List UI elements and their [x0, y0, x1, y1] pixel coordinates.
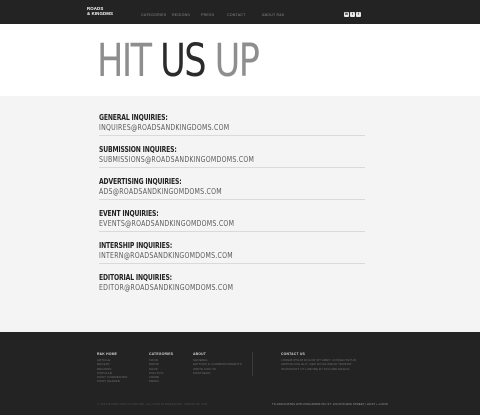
top-navigation-bar: ROADS & KINGDMS CATEGORIES REGIONS PRESS…: [0, 0, 480, 24]
divider: [99, 167, 365, 168]
nav-link-press[interactable]: PRESS: [201, 13, 214, 18]
footer-divider: [252, 352, 253, 376]
inquiry-internship: INTERSHIP INQUIRIES: INTERN@ROADSANDKING…: [99, 241, 365, 272]
nav-link-contact[interactable]: CONTACT: [227, 13, 246, 18]
inquiry-submission: SUBMISSION INQUIRES: SUBMISSIONS@ROADSAN…: [99, 145, 365, 176]
site-logo[interactable]: ROADS & KINGDMS: [87, 6, 113, 16]
footer-link[interactable]: MASTHEAD: [193, 371, 242, 375]
footer-heading[interactable]: ABOUT: [193, 352, 242, 356]
facebook-icon[interactable]: f: [356, 12, 361, 17]
divider: [99, 199, 365, 200]
nav-link-regions[interactable]: REGIONS: [172, 13, 190, 18]
title-word-us: US: [160, 34, 206, 87]
hero-banner: HIT US UP: [0, 24, 480, 96]
inquiry-email-link[interactable]: EDITOR@ROADSANDKINGOMDOMS.COM: [99, 283, 233, 292]
site-footer: R&K HOME ARTICLE RECENT REGIONS POPULAR …: [0, 332, 480, 415]
divider: [99, 135, 365, 136]
inquiry-email-link[interactable]: EVENTS@ROADSANDKINGOMDOMS.COM: [99, 219, 234, 228]
email-icon[interactable]: ✉: [344, 12, 349, 17]
inquiry-label: EVENT INQUIRIES:: [99, 209, 159, 218]
footer-heading[interactable]: R&K HOME: [97, 352, 128, 356]
inquiry-editorial: EDITORIAL INQUIRIES: EDITOR@ROADSANDKING…: [99, 273, 365, 304]
inquiry-advertising: ADVERTISING INQUIRIES: ADS@ROADSANDKINGO…: [99, 177, 365, 208]
inquiry-label: EDITORIAL INQUIRIES:: [99, 273, 172, 282]
footer-column-about: ABOUT GENERAL EDITORS & CORRESPONDENTS W…: [193, 352, 242, 375]
inquiry-label: GENERAL INQUIRIES:: [99, 113, 168, 122]
footer-link[interactable]: MOST SHARED: [97, 379, 128, 383]
footer-link[interactable]: MEDIA: [149, 379, 173, 383]
logo-line-2: & KINGDMS: [87, 11, 114, 16]
inquiries-section: GENERAL INQUIRIES: INQUIRES@ROADSANDKING…: [0, 96, 480, 332]
footer-heading[interactable]: CONTACT US: [281, 352, 371, 356]
inquiry-label: ADVERTISING INQUIRIES:: [99, 177, 182, 186]
page-title: HIT US UP: [97, 38, 260, 83]
divider: [99, 231, 365, 232]
footer-link[interactable]: EDITORS & CORRESPONDENTS: [193, 362, 242, 366]
nav-link-about[interactable]: ABOUT R&K: [262, 13, 285, 18]
twitter-icon[interactable]: t: [350, 12, 355, 17]
nav-link-categories[interactable]: CATEGORIES: [141, 13, 166, 18]
inquiry-label: INTERSHIP INQUIRIES:: [99, 241, 173, 250]
inquiry-email-link[interactable]: ADS@ROADSANDKINGOMDOMS.COM: [99, 187, 222, 196]
title-word-up: UP: [214, 34, 260, 87]
inquiry-event: EVENT INQUIRIES: EVENTS@ROADSANDKINGOMDO…: [99, 209, 365, 240]
inquiry-email-link[interactable]: INQUIRES@ROADSANDKINGDOMS.COM: [99, 123, 229, 132]
footer-column-categories: CATEGORIES FOOD DRINK SHOP POLITICS CRIM…: [149, 352, 173, 384]
footer-credit[interactable]: TS ASSOCIATES WITH KINGDOMS INC ST. 123 …: [272, 402, 388, 406]
inquiry-general: GENERAL INQUIRIES: INQUIRES@ROADSANDKING…: [99, 113, 365, 144]
footer-column-home: R&K HOME ARTICLE RECENT REGIONS POPULAR …: [97, 352, 128, 384]
footer-column-contact: CONTACT US LOREM IPSUM DOLOR SIT AMET, C…: [281, 352, 371, 371]
inquiry-email-link[interactable]: INTERN@ROADSANDKINGOMDOMS.COM: [99, 251, 233, 260]
copyright-text: © 2013 ROADS AND KINGDOMS. ALL RIGHTS RE…: [97, 402, 208, 406]
divider: [99, 263, 365, 264]
footer-text: INCIDIDUNT UT LABORE ET DOLORE MAGNA: [281, 366, 350, 371]
footer-heading[interactable]: CATEGORIES: [149, 352, 173, 356]
title-word-hit: HIT: [97, 34, 152, 87]
inquiry-email-link[interactable]: SUBMISSIONS@ROADSANDKINGOMDOMS.COM: [99, 155, 254, 164]
inquiry-label: SUBMISSION INQUIRES:: [99, 145, 177, 154]
